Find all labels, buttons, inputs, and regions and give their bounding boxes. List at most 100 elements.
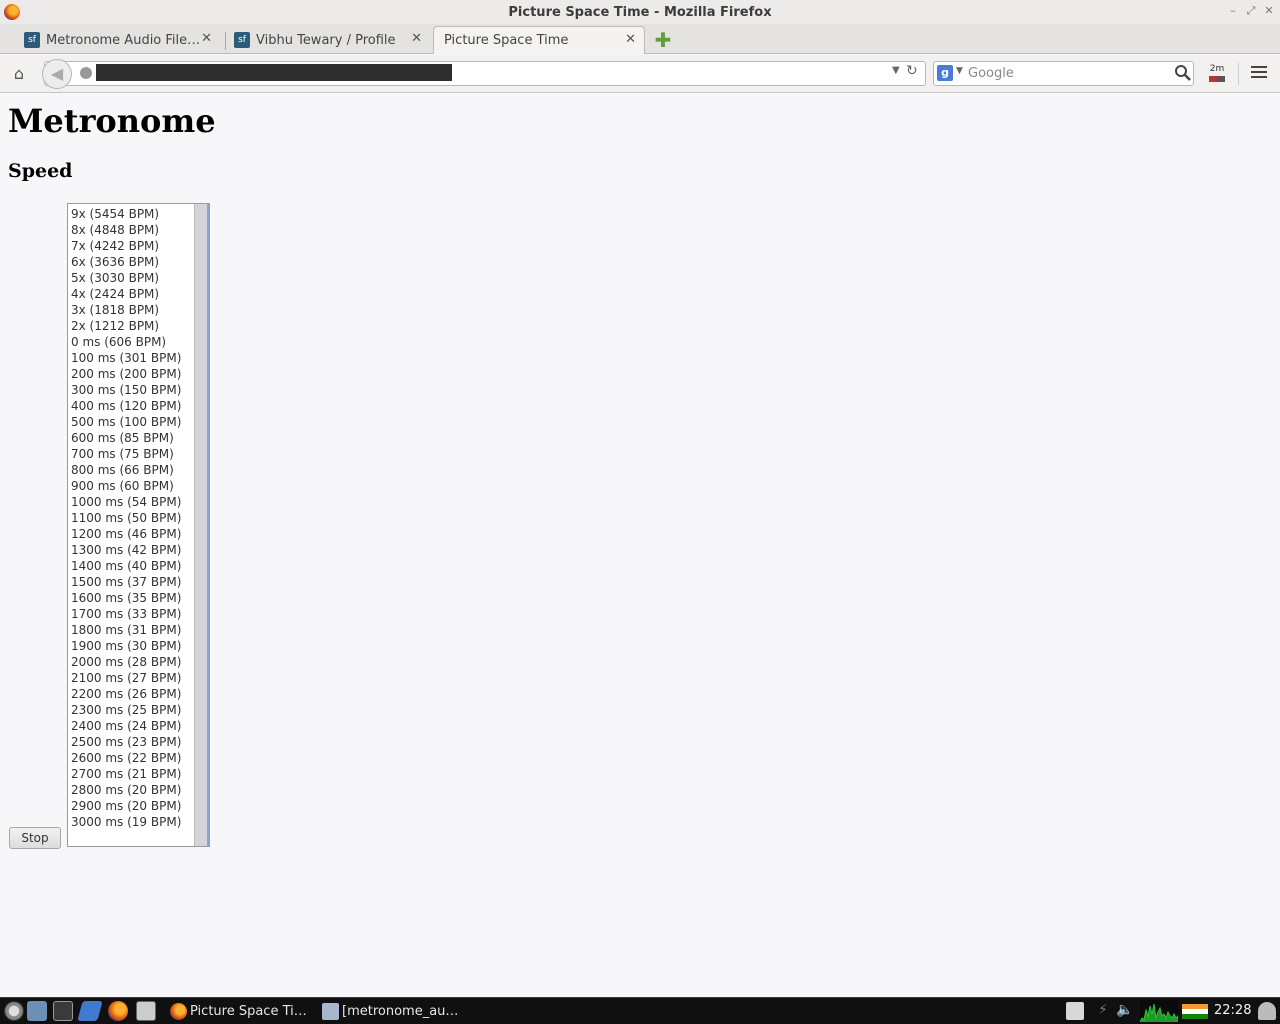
site-identity-icon[interactable] <box>80 67 92 79</box>
system-taskbar: Picture Space Ti… [metronome_au… ⚡ 🔈 22:… <box>0 997 1280 1024</box>
new-tab-icon[interactable]: ✚ <box>654 30 672 50</box>
tab-metronome-audio[interactable]: sf Metronome Audio File… ✕ <box>24 26 220 54</box>
window-title: Picture Space Time - Mozilla Firefox <box>508 4 772 20</box>
volume-icon[interactable]: 🔈 <box>1116 1002 1134 1020</box>
page-content: Metronome Speed Stop 9x (5454 BPM) 8x (48… <box>0 94 1280 997</box>
close-tab-icon[interactable]: ✕ <box>201 31 212 46</box>
task-label: [metronome_au… <box>342 1004 459 1019</box>
speed-option[interactable]: 2800 ms (20 BPM) <box>68 782 195 798</box>
speed-option[interactable]: 9x (5454 BPM) <box>68 206 195 222</box>
addon-bar-icon <box>1209 76 1225 82</box>
reload-icon[interactable]: ↻ <box>906 63 918 79</box>
url-dropdown-icon[interactable]: ▼ <box>892 65 900 76</box>
speed-option[interactable]: 1800 ms (31 BPM) <box>68 622 195 638</box>
speed-option[interactable]: 2400 ms (24 BPM) <box>68 718 195 734</box>
addon-label: 2m <box>1209 64 1225 74</box>
speed-option[interactable]: 900 ms (60 BPM) <box>68 478 195 494</box>
listbox-scrollbar[interactable] <box>194 204 209 846</box>
start-menu-icon[interactable] <box>4 1001 24 1021</box>
tab-picture-space-time[interactable]: Picture Space Time ✕ <box>433 26 645 54</box>
keyboard-layout-flag-icon[interactable] <box>1182 1004 1208 1019</box>
speed-option[interactable]: 2300 ms (25 BPM) <box>68 702 195 718</box>
speed-option[interactable]: 2200 ms (26 BPM) <box>68 686 195 702</box>
speed-option[interactable]: 600 ms (85 BPM) <box>68 430 195 446</box>
speed-option[interactable]: 1600 ms (35 BPM) <box>68 590 195 606</box>
task-folder[interactable]: [metronome_au… <box>320 1000 468 1023</box>
folder-icon <box>322 1003 339 1020</box>
scrollbar-edge <box>207 204 209 846</box>
minimize-icon[interactable]: – <box>1226 4 1240 17</box>
speed-option[interactable]: 8x (4848 BPM) <box>68 222 195 238</box>
speed-option[interactable]: 2x (1212 BPM) <box>68 318 195 334</box>
speed-option[interactable]: 7x (4242 BPM) <box>68 238 195 254</box>
speed-option[interactable]: 2700 ms (21 BPM) <box>68 766 195 782</box>
speed-option[interactable]: 1200 ms (46 BPM) <box>68 526 195 542</box>
speed-option[interactable]: 1400 ms (40 BPM) <box>68 558 195 574</box>
clock: 22:28 <box>1214 1003 1252 1018</box>
search-icon[interactable] <box>1174 64 1192 82</box>
home-icon[interactable]: ⌂ <box>8 63 30 85</box>
speed-option[interactable]: 1300 ms (42 BPM) <box>68 542 195 558</box>
tab-strip: sf Metronome Audio File… ✕ sf Vibhu Tewa… <box>0 24 1280 54</box>
speed-option[interactable]: 0 ms (606 BPM) <box>68 334 195 350</box>
firefox-launcher-icon[interactable] <box>108 1001 128 1021</box>
tab-label: Metronome Audio File… <box>46 32 201 48</box>
tab-separator <box>225 32 226 50</box>
speed-option[interactable]: 1900 ms (30 BPM) <box>68 638 195 654</box>
search-engine-dropdown-icon[interactable]: ▼ <box>956 66 963 76</box>
tab-label: Vibhu Tewary / Profile <box>256 32 396 48</box>
speed-option[interactable]: 3000 ms (19 BPM) <box>68 814 195 830</box>
page-title: Metronome <box>8 102 216 140</box>
speed-option[interactable]: 700 ms (75 BPM) <box>68 446 195 462</box>
speed-option[interactable]: 6x (3636 BPM) <box>68 254 195 270</box>
firefox-icon <box>170 1003 187 1020</box>
speed-option[interactable]: 800 ms (66 BPM) <box>68 462 195 478</box>
task-label: Picture Space Ti… <box>190 1004 307 1019</box>
speed-option[interactable]: 300 ms (150 BPM) <box>68 382 195 398</box>
tab-vibhu-profile[interactable]: sf Vibhu Tewary / Profile ✕ <box>234 26 430 54</box>
firefox-icon <box>4 4 20 20</box>
speed-option[interactable]: 1700 ms (33 BPM) <box>68 606 195 622</box>
hamburger-menu-icon[interactable] <box>1248 63 1270 85</box>
speed-option[interactable]: 1500 ms (37 BPM) <box>68 574 195 590</box>
windows-icon[interactable] <box>136 1001 156 1021</box>
task-firefox[interactable]: Picture Space Ti… <box>168 1000 316 1023</box>
speed-option[interactable]: 2000 ms (28 BPM) <box>68 654 195 670</box>
speed-option[interactable]: 200 ms (200 BPM) <box>68 366 195 382</box>
url-text-redacted[interactable] <box>96 64 452 81</box>
close-tab-icon[interactable]: ✕ <box>411 31 422 46</box>
speed-option[interactable]: 2100 ms (27 BPM) <box>68 670 195 686</box>
navigation-toolbar: ⌂ ◀ ▼ ↻ g ▼ 2m <box>0 55 1280 93</box>
speed-option[interactable]: 100 ms (301 BPM) <box>68 350 195 366</box>
cpu-monitor-graph <box>1140 1000 1178 1022</box>
stop-button[interactable]: Stop <box>9 827 61 849</box>
user-icon[interactable] <box>1258 1002 1276 1020</box>
speed-option[interactable]: 5x (3030 BPM) <box>68 270 195 286</box>
text-editor-icon[interactable] <box>77 1001 103 1021</box>
speed-option[interactable]: 400 ms (120 BPM) <box>68 398 195 414</box>
speed-option[interactable]: 1100 ms (50 BPM) <box>68 510 195 526</box>
speed-option[interactable]: 3x (1818 BPM) <box>68 302 195 318</box>
sourceforge-icon: sf <box>24 32 40 48</box>
back-icon[interactable]: ◀ <box>42 59 72 89</box>
speed-option[interactable]: 1000 ms (54 BPM) <box>68 494 195 510</box>
speed-option[interactable]: 2900 ms (20 BPM) <box>68 798 195 814</box>
toolbar-separator <box>1238 63 1239 85</box>
speed-option[interactable]: 500 ms (100 BPM) <box>68 414 195 430</box>
speed-option[interactable]: 2600 ms (22 BPM) <box>68 750 195 766</box>
sourceforge-icon: sf <box>234 32 250 48</box>
search-input[interactable] <box>968 64 1168 82</box>
network-icon[interactable]: ⚡ <box>1094 1002 1112 1020</box>
clipboard-icon[interactable] <box>1066 1002 1084 1020</box>
maximize-icon[interactable]: ⤢ <box>1244 4 1258 18</box>
google-icon[interactable]: g <box>937 65 953 81</box>
close-tab-icon[interactable]: ✕ <box>625 32 636 47</box>
addon-timer-button[interactable]: 2m <box>1206 63 1228 85</box>
speed-listbox[interactable]: 9x (5454 BPM) 8x (4848 BPM) 7x (4242 BPM) 6… <box>67 203 210 847</box>
speed-option[interactable]: 4x (2424 BPM) <box>68 286 195 302</box>
speed-option[interactable]: 2500 ms (23 BPM) <box>68 734 195 750</box>
speed-heading: Speed <box>8 160 73 182</box>
terminal-icon[interactable] <box>53 1001 73 1021</box>
close-window-icon[interactable]: ✕ <box>1262 4 1276 17</box>
file-manager-icon[interactable] <box>27 1001 47 1021</box>
